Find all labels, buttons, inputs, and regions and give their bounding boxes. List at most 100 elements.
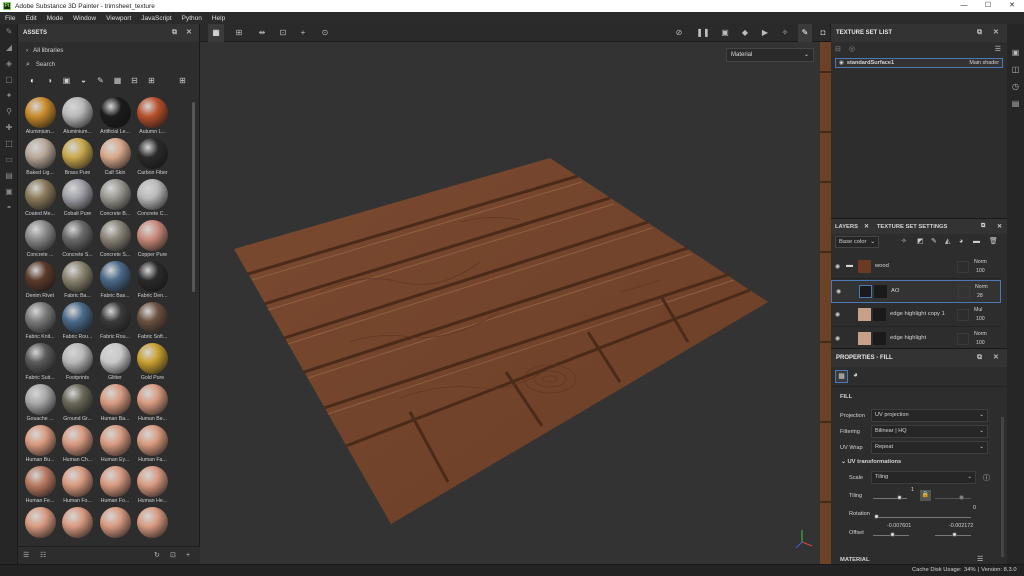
cube-icon[interactable]: ◆ [738, 24, 752, 42]
eye-icon[interactable]: ◉ [835, 311, 840, 318]
asset-tile[interactable]: Human Be... [135, 383, 171, 424]
add-icon[interactable]: + [186, 547, 190, 565]
projection-icon[interactable]: ◈ [0, 56, 18, 72]
asset-tile[interactable]: Fabric Rou... [60, 301, 96, 342]
asset-tile[interactable]: Concrete B... [97, 178, 133, 219]
texture-set-row[interactable]: ◉ standardSurface1 Main shader [835, 58, 1003, 68]
asset-tile[interactable]: Human Fa... [135, 424, 171, 465]
menu-viewport[interactable]: Viewport [106, 15, 131, 22]
tiling-slider-knob[interactable] [897, 495, 902, 500]
tiling-slider-y-knob[interactable] [959, 495, 964, 500]
paint-brush-icon[interactable]: ✎ [0, 24, 18, 40]
layer-mask-slot[interactable] [957, 309, 969, 321]
add-mask-icon[interactable]: ◭ [945, 234, 950, 250]
eye-icon[interactable]: ◉ [835, 335, 840, 342]
export-icon[interactable]: ▣ [0, 184, 18, 200]
camera-icon[interactable]: ▶ [758, 24, 772, 42]
hide-icon[interactable]: ⊘ [672, 24, 686, 42]
layer-mask-slot[interactable] [958, 286, 970, 298]
asset-tile[interactable]: Ground Gr... [60, 383, 96, 424]
tab-close-icon[interactable]: ✕ [862, 224, 871, 230]
asset-tile[interactable]: Fabric Rou... [97, 301, 133, 342]
smudge-icon[interactable]: ✦ [0, 88, 18, 104]
menu-edit[interactable]: Edit [25, 15, 36, 22]
material-icon[interactable]: ◕ [853, 370, 858, 379]
layer-mask-slot[interactable] [957, 261, 969, 273]
asset-tile[interactable]: Concrete S... [60, 219, 96, 260]
smart-materials-filter-icon[interactable]: ◑ [41, 76, 58, 85]
tab-texture-set-settings[interactable]: TEXTURE SET SETTINGS [873, 224, 952, 230]
asset-tile[interactable]: Artificial Le... [97, 96, 133, 137]
info-icon[interactable]: ⓘ [983, 473, 990, 483]
mirror-icon[interactable]: ⇹ [255, 24, 269, 42]
float-icon[interactable]: ⧉ [977, 223, 989, 230]
menu-mode[interactable]: Mode [47, 15, 63, 22]
lock-icon[interactable]: 🔒 [920, 490, 931, 501]
tiling-slider-y[interactable] [935, 498, 971, 499]
layer-row[interactable]: ◉ ▬ wood Norm 100 [831, 256, 1001, 279]
layer-opacity[interactable]: 100 [976, 316, 985, 322]
float-icon[interactable]: ⧉ [977, 349, 982, 367]
asset-tile[interactable]: Carbon Fiber [135, 137, 171, 178]
asset-tile[interactable]: Aluminium... [22, 96, 58, 137]
float-icon[interactable]: ⧉ [172, 24, 177, 42]
log-icon[interactable]: ▤ [1007, 95, 1024, 112]
3d-viewport[interactable]: Material ⌄ [200, 42, 820, 564]
search-input[interactable]: ⌕ Search [18, 58, 199, 72]
polygon-fill-icon[interactable]: ⬚ [0, 136, 18, 152]
blend-mode[interactable]: Norm [974, 331, 987, 337]
pause-icon[interactable]: ❚❚ [696, 24, 710, 42]
lighting-icon[interactable]: ✧ [778, 24, 792, 42]
asset-tile[interactable] [135, 506, 171, 546]
close-panel-icon[interactable]: ✕ [993, 224, 1006, 230]
asset-tile[interactable]: Concrete ... [22, 219, 58, 260]
view-icon[interactable]: ◓ [0, 200, 18, 216]
asset-tile[interactable]: Human Fe... [22, 465, 58, 506]
menu-file[interactable]: File [5, 15, 15, 22]
screenshot-icon[interactable]: ◘ [816, 24, 830, 42]
grid-view-icon[interactable]: ⊞ [174, 76, 191, 85]
layer-instance-icon[interactable]: ▤ [0, 168, 18, 184]
layer-opacity[interactable]: 28 [977, 293, 983, 299]
shader-label[interactable]: Main shader [969, 59, 999, 68]
menu-icon[interactable]: ☰ [977, 555, 983, 563]
maximize-icon[interactable]: ☐ [976, 0, 1000, 12]
material-picker-icon[interactable]: ✚ [0, 120, 18, 136]
rotation-slider-knob[interactable] [874, 514, 879, 519]
menu-javascript[interactable]: JavaScript [141, 15, 171, 22]
history-icon[interactable]: ⊙ [318, 24, 332, 42]
add-fill-icon[interactable]: ◩ [917, 234, 924, 250]
masks-filter-icon[interactable]: ◒ [75, 76, 92, 85]
asset-tile[interactable] [60, 506, 96, 546]
symmetry-grid-icon[interactable]: ⊞ [232, 24, 246, 42]
asset-tile[interactable]: Human Ch... [60, 424, 96, 465]
materials-filter-icon[interactable]: ◐ [24, 76, 41, 85]
asset-tile[interactable]: Concrete C... [135, 178, 171, 219]
delete-icon[interactable]: 🗑 [989, 234, 998, 250]
asset-tile[interactable]: Fabric Suit... [22, 342, 58, 383]
float-icon[interactable]: ⧉ [977, 24, 982, 42]
close-icon[interactable]: ✕ [1000, 0, 1024, 12]
asset-tile[interactable]: Human Bu... [22, 424, 58, 465]
asset-tile[interactable]: Cobalt Pure [60, 178, 96, 219]
add-smart-material-icon[interactable]: ◕ [959, 234, 963, 250]
eye-icon[interactable]: ◉ [835, 263, 840, 270]
scale-select[interactable]: Tiling ⌄ [871, 471, 976, 484]
add-effect-icon[interactable]: ✧ [901, 234, 907, 250]
procedurals-filter-icon[interactable]: ⊟ [126, 76, 143, 85]
display-settings-icon[interactable]: ◫ [1007, 61, 1024, 78]
asset-tile[interactable]: Fabric Knit... [22, 301, 58, 342]
asset-tile[interactable]: Fabric Soft... [135, 301, 171, 342]
asset-tile[interactable]: Human He... [135, 465, 171, 506]
asset-tile[interactable]: Human Ey... [97, 424, 133, 465]
menu-python[interactable]: Python [182, 15, 202, 22]
eraser-icon[interactable]: ◢ [0, 40, 18, 56]
brushes-filter-icon[interactable]: ✎ [92, 76, 109, 85]
menu-window[interactable]: Window [73, 15, 96, 22]
history-icon[interactable]: ◷ [1007, 78, 1024, 95]
minimize-icon[interactable]: — [952, 0, 976, 12]
new-folder-icon[interactable]: ⊡ [170, 547, 176, 565]
projection-select[interactable]: UV projection ⌄ [871, 409, 988, 422]
rotation-slider[interactable] [875, 517, 971, 518]
asset-tile[interactable]: Gold Pure [135, 342, 171, 383]
